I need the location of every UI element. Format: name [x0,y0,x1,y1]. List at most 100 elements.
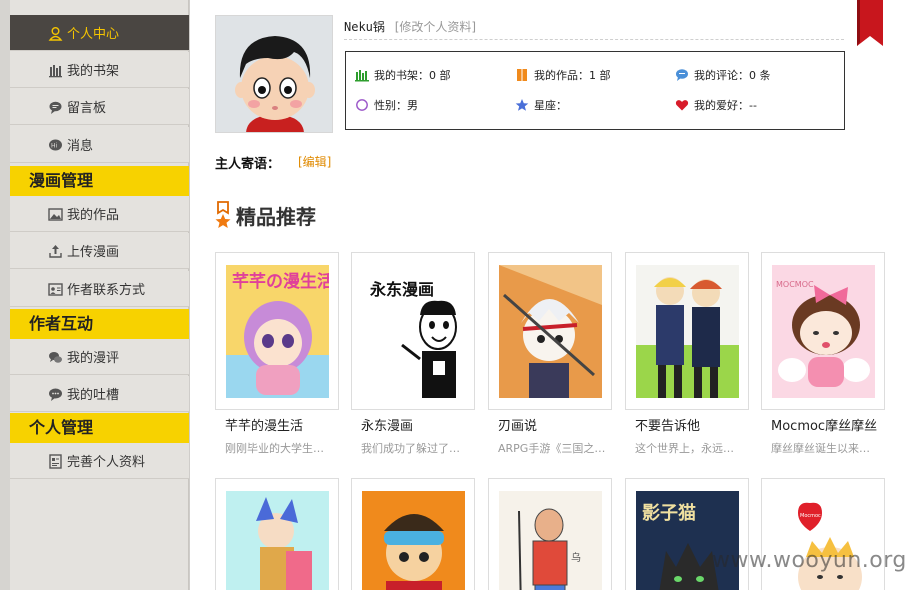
manga-card[interactable] [488,252,612,410]
bookmark-ribbon-icon [857,0,883,46]
card-title[interactable]: 刃画说 [488,415,612,434]
manga-card[interactable]: 芊芊の漫生活 [215,252,339,410]
manga-cover: 芊芊の漫生活 [226,265,329,398]
manga-cover: MOCMOC [772,265,875,398]
sidebar-item-label: 消息 [67,139,94,154]
avatar[interactable] [215,15,333,133]
cover-title: 永东漫画 [369,280,434,299]
cover-title: Mocmoc [800,513,821,519]
message-board-icon [49,101,62,114]
manga-cover [636,265,739,398]
manga-card[interactable]: MOCMOC [761,252,885,410]
sidebar-item-label: 完善个人资料 [67,455,146,470]
heart-icon [675,100,689,111]
manga-cover [226,491,329,590]
manga-card[interactable]: 永东漫画 [351,252,475,410]
card-desc: ARPG手游《三国之… [498,442,606,455]
star-icon [515,99,529,111]
sidebar-item-my-rants[interactable]: 我的吐槽 [10,376,189,412]
manga-card[interactable]: 影子猫 [625,478,749,590]
gender-icon [356,99,368,111]
card-meta: 永东漫画 我们成功了躲过了… [351,415,475,456]
sidebar-item-my-works[interactable]: 我的作品 [10,196,189,232]
stat-comments-text: 我的评论：0 条 [694,69,771,82]
recommend-title: 精品推荐 [236,204,316,229]
stat-gender-text: 性别：男 [374,99,418,112]
stat-bookshelf[interactable]: 我的书架：0 部 [355,67,451,83]
card-title[interactable]: 芊芊的漫生活 [215,415,339,434]
cover-title: 芊芊の漫生活 [232,271,329,292]
sidebar-item-complete-profile[interactable]: 完善个人资料 [10,443,189,479]
watermark-text: www.wooyun.org [712,548,907,573]
manga-cover: 影子猫 [636,491,739,590]
comment-icon [49,352,62,363]
manga-card[interactable]: 乌 [488,478,612,590]
cover-scribble: 乌 [571,551,581,564]
sidebar-item-label: 个人中心 [67,27,120,42]
username: Neku锅 [344,20,385,34]
card-meta: Mocmoc摩丝摩丝 摩丝摩丝诞生以来… [761,415,885,456]
sidebar-item-label: 我的吐槽 [67,388,120,403]
upload-icon [49,245,62,258]
works-icon [517,69,527,81]
sidebar-item-author-contact[interactable]: 作者联系方式 [10,271,189,307]
manga-card[interactable]: Mocmoc [761,478,885,590]
manga-cover [362,491,465,590]
works-icon [48,208,63,221]
sidebar: 个人中心 我的书架 留言板 Hi 消息 漫画管理 我的作品 上传漫画 作者联系方… [10,0,189,590]
user-icon [48,27,63,41]
stat-comments[interactable]: 我的评论：0 条 [675,67,771,83]
svg-text:Hi: Hi [51,143,58,150]
stat-constellation: 星座： [515,97,567,113]
stat-bookshelf-text: 我的书架：0 部 [374,69,451,82]
card-desc: 这个世界上，永远… [635,442,734,455]
cover-title: MOCMOC [776,280,814,289]
card-meta: 芊芊的漫生活 刚刚毕业的大学生… [215,415,339,456]
manga-card[interactable] [215,478,339,590]
stat-hobby-text: 我的爱好：-- [694,99,757,112]
sidebar-item-label: 我的书架 [67,64,120,79]
sidebar-item-my-reviews[interactable]: 我的漫评 [10,339,189,375]
section-header-interact: 作者互动 [10,309,189,339]
manga-cover: 乌 [499,491,602,590]
sidebar-item-bookshelf[interactable]: 我的书架 [10,52,189,88]
sidebar-item-user-center[interactable]: 个人中心 [10,15,189,51]
stat-works[interactable]: 我的作品：1 部 [515,67,611,83]
sidebar-item-label: 留言板 [67,101,107,116]
main-content: Neku锅 [修改个人资料] 我的书架：0 部 我的作品：1 部 我的评论：0 … [190,0,919,590]
manga-cover [499,265,602,398]
manga-cover: 永东漫画 [362,265,465,398]
card-desc: 我们成功了躲过了… [361,442,460,455]
stat-constellation-text: 星座： [534,99,567,112]
card-title[interactable]: 不要告诉他 [625,415,749,434]
motto-edit-link[interactable]: [编辑] [298,153,331,170]
section-header-manga: 漫画管理 [10,166,189,196]
edit-profile-link[interactable]: [修改个人资料] [395,20,476,34]
stat-gender: 性别：男 [355,97,418,113]
sidebar-item-upload-manga[interactable]: 上传漫画 [10,233,189,269]
bookshelf-icon [49,65,62,78]
contact-card-icon [48,283,63,296]
card-meta: 不要告诉他 这个世界上，永远… [625,415,749,456]
sidebar-item-label: 我的漫评 [67,351,120,366]
left-edge-strip [0,0,10,590]
section-header-personal: 个人管理 [10,413,189,443]
manga-cover: Mocmoc [772,491,875,590]
card-title[interactable]: 永东漫画 [351,415,475,434]
comment-icon [676,69,688,81]
profile-name-row: Neku锅 [修改个人资料] [344,18,844,40]
stat-hobby: 我的爱好：-- [675,97,757,113]
stat-works-text: 我的作品：1 部 [534,69,611,82]
cover-title: 影子猫 [642,502,696,524]
recommend-header: 精品推荐 [214,200,316,230]
manga-card[interactable] [625,252,749,410]
award-ribbon-icon [215,201,231,228]
profile-icon [49,454,62,469]
manga-card[interactable] [351,478,475,590]
sidebar-item-message-board[interactable]: 留言板 [10,89,189,125]
card-title[interactable]: Mocmoc摩丝摩丝 [761,415,885,434]
sidebar-item-messages[interactable]: Hi 消息 [10,127,189,163]
bookshelf-icon [355,70,369,82]
motto-label: 主人寄语： [215,157,281,172]
message-icon: Hi [49,139,62,151]
